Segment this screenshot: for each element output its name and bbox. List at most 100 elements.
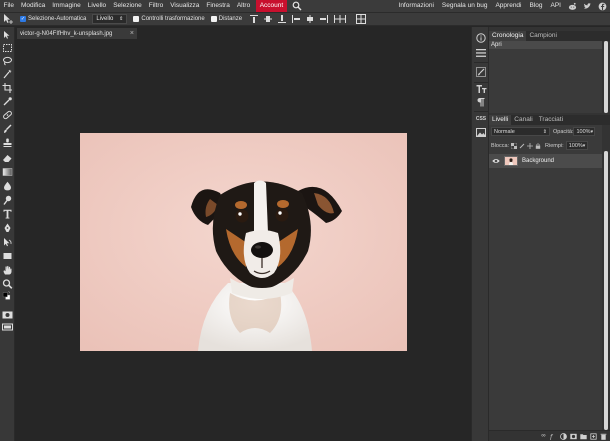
tab-canali[interactable]: Canali (511, 115, 536, 125)
lock-pixels-icon[interactable] (519, 143, 525, 149)
menu-finestra[interactable]: Finestra (203, 0, 233, 12)
tab-tracciati[interactable]: Tracciati (535, 115, 567, 125)
new-folder-icon[interactable] (580, 433, 587, 440)
pen-tool-icon[interactable] (2, 223, 13, 233)
menu-segnala-bug[interactable]: Segnala un bug (438, 0, 492, 12)
lock-transparency-icon[interactable] (510, 142, 518, 149)
account-button[interactable]: Account (255, 0, 288, 12)
marquee-tool-icon[interactable] (2, 43, 13, 53)
css-icon[interactable]: CSS (475, 113, 487, 125)
magic-wand-tool-icon[interactable] (2, 69, 13, 79)
document-tab[interactable]: victor-g-N04FIfHhv_k-unsplash.jpg × (17, 28, 137, 39)
layer-thumbnail (504, 156, 518, 166)
crop-tool-icon[interactable] (2, 83, 13, 93)
info-icon[interactable] (475, 32, 487, 44)
close-tab-icon[interactable]: × (130, 28, 134, 39)
menu-blog[interactable]: Blog (526, 0, 547, 12)
chevron-down-icon: ▾ (590, 128, 594, 135)
grid-icon[interactable] (356, 14, 367, 24)
character-icon[interactable] (475, 83, 487, 95)
tab-campioni[interactable]: Campioni (526, 31, 560, 41)
color-swatches[interactable] (1, 291, 13, 307)
paragraph-icon[interactable] (475, 96, 487, 108)
list-icon[interactable] (475, 47, 487, 59)
mask-icon[interactable] (570, 433, 577, 440)
tab-livelli[interactable]: Livelli (489, 115, 512, 125)
layers-panel: Normale ⇕ Opacità: 100% ▾ Blocca: Riempi… (489, 125, 602, 430)
canvas-area[interactable] (15, 39, 471, 441)
eraser-tool-icon[interactable] (2, 153, 13, 163)
healing-brush-tool-icon[interactable] (2, 110, 13, 120)
quick-mask-icon[interactable] (2, 310, 13, 320)
menu-selezione[interactable]: Selezione (110, 0, 146, 12)
chevron-down-icon: ▾ (582, 142, 586, 149)
dodge-tool-icon[interactable] (2, 195, 13, 205)
menu-altro[interactable]: Altro (233, 0, 253, 12)
layer-select-dropdown[interactable]: Livello ⇕ (92, 14, 128, 24)
auto-select-label: Selezione-Automatica (28, 16, 87, 22)
transform-controls-checkbox[interactable]: Controlli trasformazione (133, 16, 205, 22)
delete-layer-icon[interactable] (600, 433, 607, 440)
align-bottom-icon[interactable] (278, 15, 287, 23)
effects-icon[interactable]: f (549, 433, 557, 441)
brush-settings-icon[interactable] (475, 66, 487, 78)
gradient-tool-icon[interactable] (2, 167, 13, 177)
blend-mode-select[interactable]: Normale ⇕ (491, 127, 550, 136)
menu-api[interactable]: API (547, 0, 565, 12)
lock-position-icon[interactable] (527, 142, 534, 149)
history-item[interactable]: Apri (489, 41, 602, 49)
menu-informazioni[interactable]: Informazioni (395, 0, 438, 12)
distances-label: Distanze (218, 16, 243, 22)
eye-icon[interactable] (492, 158, 500, 164)
lock-all-icon[interactable] (535, 142, 541, 149)
align-left-icon[interactable] (292, 15, 301, 23)
path-select-tool-icon[interactable] (2, 237, 13, 247)
menu-apprendi[interactable]: Apprendi (491, 0, 525, 12)
brush-tool-icon[interactable] (2, 124, 13, 134)
history-scrollbar[interactable] (604, 41, 608, 113)
menu-modifica[interactable]: Modifica (17, 0, 48, 12)
align-right-icon[interactable] (320, 15, 329, 23)
layers-scrollbar[interactable] (604, 151, 608, 430)
move-tool-icon[interactable] (2, 30, 13, 40)
document-image[interactable] (80, 133, 407, 351)
menu-livello[interactable]: Livello (84, 0, 109, 12)
shape-tool-icon[interactable] (2, 251, 13, 261)
distances-checkbox[interactable]: Distanze (210, 16, 243, 22)
eyedropper-tool-icon[interactable] (2, 96, 13, 106)
image-icon[interactable] (475, 126, 487, 138)
clone-stamp-tool-icon[interactable] (2, 138, 13, 148)
blur-tool-icon[interactable] (2, 181, 13, 191)
menu-bar: File Modifica Immagine Livello Selezione… (0, 0, 610, 12)
screen-mode-icon[interactable] (2, 322, 13, 332)
menu-filtro[interactable]: Filtro (145, 0, 166, 12)
new-layer-icon[interactable] (590, 432, 597, 440)
tab-cronologia[interactable]: Cronologia (489, 31, 527, 41)
hand-tool-icon[interactable] (2, 265, 13, 275)
search-icon[interactable] (292, 1, 302, 11)
link-layers-icon[interactable]: ∞ (540, 433, 547, 440)
facebook-icon[interactable] (598, 1, 608, 11)
menu-immagine[interactable]: Immagine (49, 0, 85, 12)
history-list: Apri (489, 41, 602, 113)
zoom-tool-icon[interactable] (2, 279, 13, 289)
text-tool-icon[interactable] (2, 209, 13, 219)
menu-file[interactable]: File (0, 0, 17, 12)
distribute-icon[interactable] (334, 15, 347, 23)
twitter-icon[interactable] (583, 1, 593, 11)
align-top-icon[interactable] (250, 15, 259, 23)
auto-select-checkbox[interactable]: ✓ Selezione-Automatica (20, 16, 86, 22)
opacity-input[interactable]: 100% ▾ (573, 127, 596, 136)
scroll-thumb[interactable] (604, 151, 608, 430)
reddit-icon[interactable] (568, 1, 578, 11)
scroll-thumb[interactable] (604, 41, 608, 113)
align-middle-icon[interactable] (264, 15, 273, 23)
layer-row[interactable]: Background (489, 154, 602, 168)
lasso-tool-icon[interactable] (2, 56, 13, 66)
align-center-icon[interactable] (306, 15, 314, 23)
adjustment-icon[interactable] (560, 432, 567, 440)
checkbox-checked-icon: ✓ (20, 16, 26, 22)
panel-icon-strip: CSS (471, 27, 489, 441)
menu-visualizza[interactable]: Visualizza (167, 0, 203, 12)
fill-input[interactable]: 100% ▾ (565, 141, 588, 150)
